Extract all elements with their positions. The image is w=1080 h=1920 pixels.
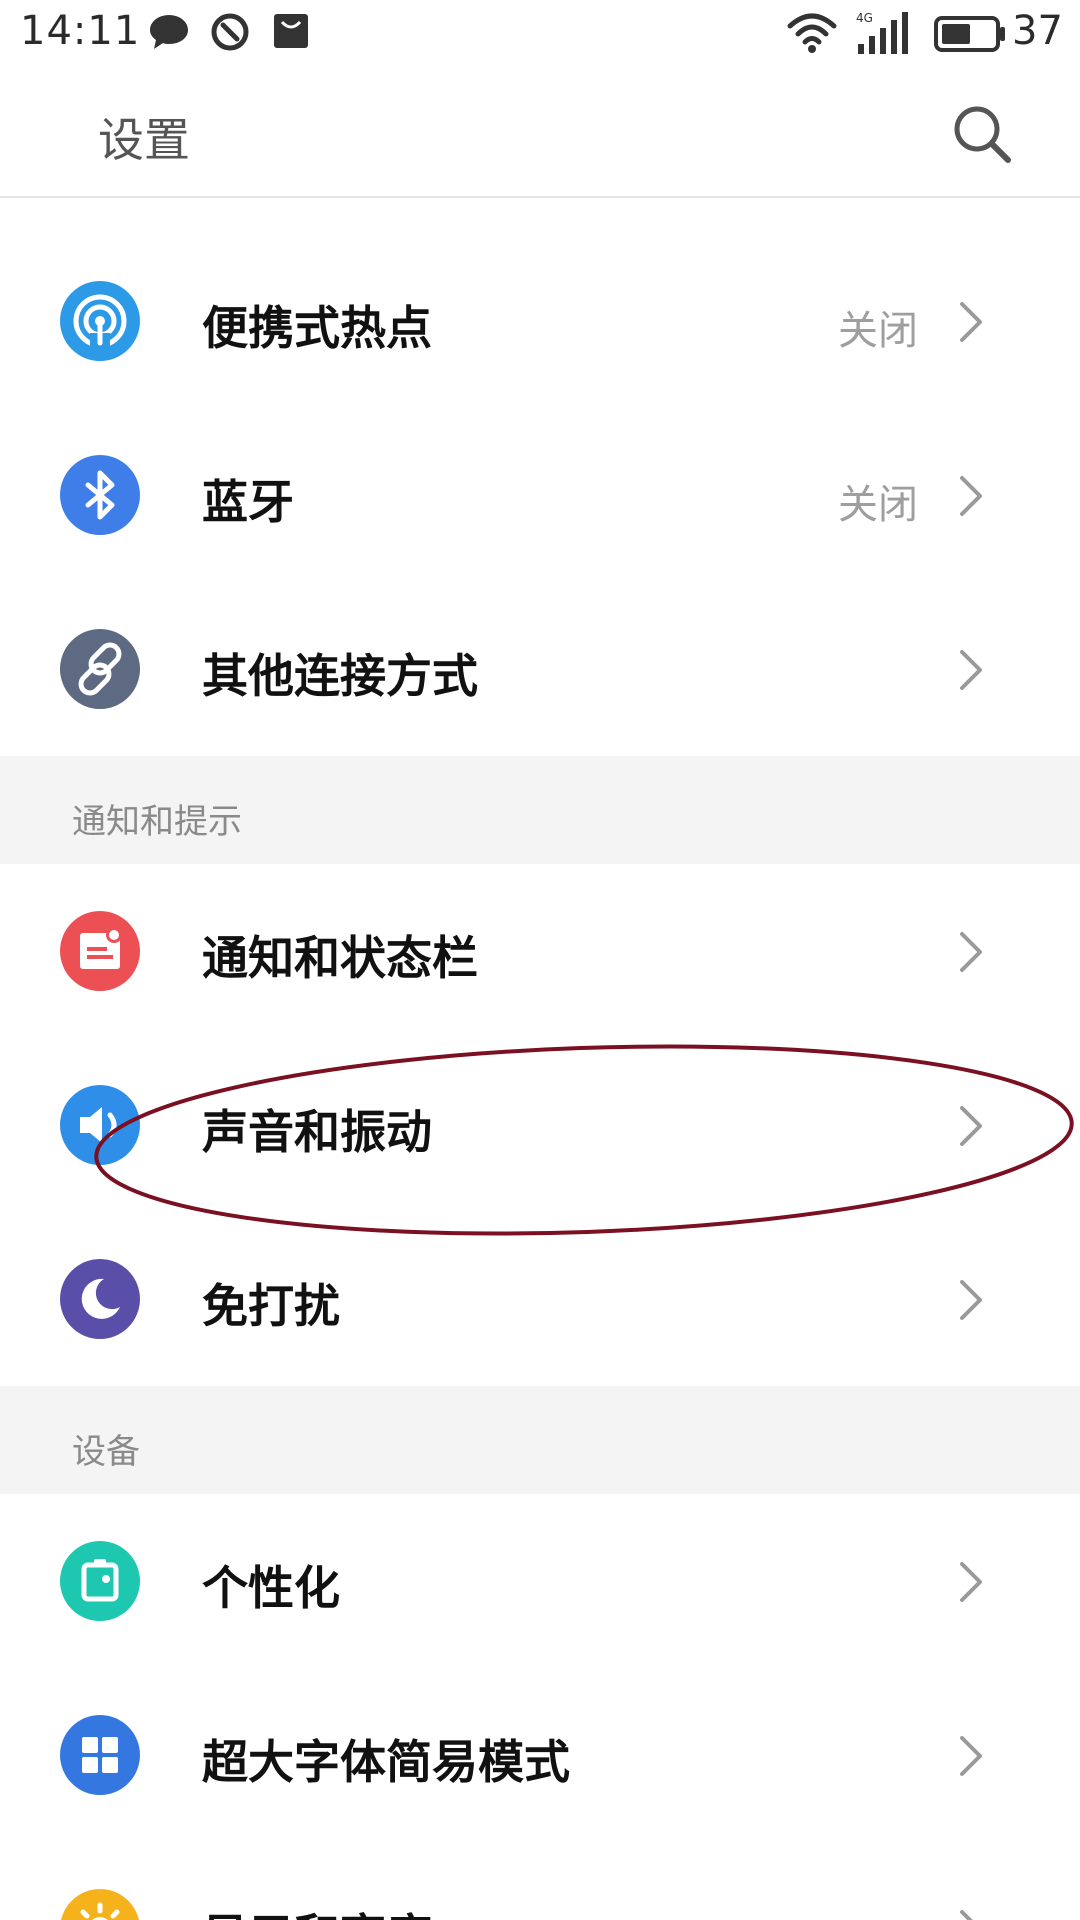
- status-time: 14:11: [20, 8, 141, 54]
- battery-icon: [934, 16, 1006, 56]
- chevron-right-icon: [956, 1104, 986, 1152]
- signal-icon: 4G: [854, 10, 916, 60]
- bluetooth-icon: [60, 455, 140, 535]
- chevron-right-icon: [956, 930, 986, 978]
- grid-icon: [60, 1715, 140, 1795]
- compass-icon: [210, 12, 250, 56]
- chevron-right-icon: [956, 1278, 986, 1326]
- settings-header: 设置: [0, 66, 1080, 198]
- notification-icon: [60, 911, 140, 991]
- battery-level: 37: [1012, 8, 1063, 54]
- setting-item-do-not-disturb[interactable]: 免打扰: [0, 1212, 1080, 1386]
- section-header-notifications: 通知和提示: [0, 756, 1080, 864]
- setting-item-sound-vibration[interactable]: 声音和振动: [0, 1038, 1080, 1212]
- network-type: 4G: [856, 11, 873, 25]
- setting-item-display-brightness[interactable]: 显示和亮度: [0, 1842, 1080, 1920]
- setting-label: 蓝牙: [202, 475, 294, 529]
- message-icon: [148, 12, 190, 56]
- setting-item-large-font-mode[interactable]: 超大字体简易模式: [0, 1668, 1080, 1842]
- shopping-bag-icon: [272, 12, 310, 54]
- chevron-right-icon: [956, 648, 986, 696]
- settings-screen: 14:11 4G 37 设置 便携式热点 关闭 蓝牙 关闭 其他连接方式 通知和…: [0, 0, 1080, 1920]
- chevron-right-icon: [956, 1560, 986, 1608]
- personalization-icon: [60, 1541, 140, 1621]
- setting-value: 关闭: [838, 482, 918, 528]
- search-button[interactable]: [950, 102, 1014, 166]
- wifi-icon: [786, 12, 838, 58]
- setting-label: 其他连接方式: [202, 649, 478, 703]
- setting-value: 关闭: [838, 308, 918, 354]
- status-bar: 14:11 4G 37: [0, 0, 1080, 66]
- setting-label: 便携式热点: [202, 301, 432, 355]
- page-title: 设置: [98, 113, 190, 167]
- setting-label: 声音和振动: [202, 1105, 432, 1159]
- section-title: 通知和提示: [72, 802, 242, 842]
- chevron-right-icon: [956, 1908, 986, 1920]
- setting-label: 免打扰: [202, 1279, 340, 1333]
- link-icon: [60, 629, 140, 709]
- chevron-right-icon: [956, 300, 986, 348]
- setting-item-notifications[interactable]: 通知和状态栏: [0, 864, 1080, 1038]
- setting-label: 显示和亮度: [202, 1900, 432, 1920]
- hotspot-icon: [60, 281, 140, 361]
- setting-item-personalization[interactable]: 个性化: [0, 1494, 1080, 1668]
- chevron-right-icon: [956, 1734, 986, 1782]
- chevron-right-icon: [956, 474, 986, 522]
- section-header-device: 设备: [0, 1386, 1080, 1494]
- sun-icon: [60, 1889, 140, 1920]
- section-title: 设备: [72, 1432, 140, 1472]
- setting-item-bluetooth[interactable]: 蓝牙 关闭: [0, 408, 1080, 582]
- search-icon: [954, 106, 1011, 163]
- setting-item-other-connections[interactable]: 其他连接方式: [0, 582, 1080, 756]
- setting-item-hotspot[interactable]: 便携式热点 关闭: [0, 234, 1080, 408]
- moon-icon: [60, 1259, 140, 1339]
- setting-label: 个性化: [202, 1561, 340, 1615]
- sound-icon: [60, 1085, 140, 1165]
- setting-label: 超大字体简易模式: [202, 1735, 570, 1789]
- setting-label: 通知和状态栏: [202, 931, 478, 985]
